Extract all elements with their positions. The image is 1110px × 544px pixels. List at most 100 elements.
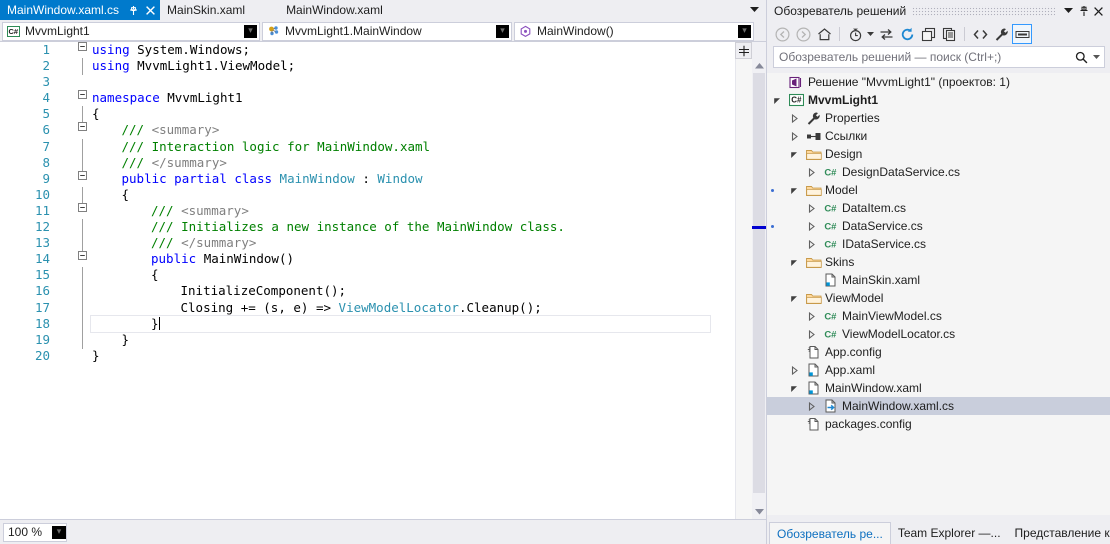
tree-node[interactable]: Design <box>767 145 1110 163</box>
code-text[interactable]: namespace MvvmLight1 <box>92 90 243 106</box>
chevron-down-icon[interactable]: ▾ <box>52 525 66 539</box>
tree-node[interactable]: C# IDataService.cs <box>767 235 1110 253</box>
tree-node[interactable]: Решение "MvvmLight1" (проектов: 1) <box>767 73 1110 91</box>
tree-node[interactable]: Model <box>767 181 1110 199</box>
code-text[interactable]: } <box>92 348 100 364</box>
code-line[interactable]: 2 using MvvmLight1.ViewModel; <box>0 58 735 76</box>
pending-changes-filter-icon[interactable] <box>845 24 865 44</box>
tree-expander-icon[interactable] <box>807 221 821 231</box>
code-line[interactable]: 6 /// <summary> <box>0 122 735 138</box>
code-line[interactable]: 17 Closing += (s, e) => ViewModelLocator.… <box>0 299 735 317</box>
tree-node[interactable]: packages.config <box>767 415 1110 433</box>
code-line[interactable]: 10 { <box>0 186 735 204</box>
forward-icon[interactable] <box>793 24 813 44</box>
search-icon[interactable] <box>1075 51 1093 64</box>
tree-expander-icon[interactable] <box>790 113 804 123</box>
code-text[interactable]: { <box>122 187 130 203</box>
tree-expander-icon[interactable] <box>790 131 804 141</box>
solution-explorer-search-box[interactable]: Обозреватель решений — поиск (Ctrl+;) <box>773 46 1105 68</box>
editor-tab-mainwindow-xaml[interactable]: MainWindow.xaml <box>252 0 390 20</box>
navbar-member-combo[interactable]: MainWindow() ▾ <box>514 21 754 41</box>
fold-collapse-icon[interactable] <box>78 42 89 51</box>
code-text[interactable]: { <box>92 106 100 122</box>
tree-expander-icon[interactable] <box>790 365 804 375</box>
show-all-files-icon[interactable] <box>939 24 959 44</box>
code-text[interactable]: public MainWindow() <box>151 251 294 267</box>
close-icon[interactable] <box>1091 3 1106 19</box>
code-line[interactable]: 9 public partial class MainWindow : Windo… <box>0 170 735 187</box>
fold-collapse-icon[interactable] <box>78 122 89 132</box>
tree-expander-icon[interactable] <box>807 167 821 177</box>
search-input[interactable]: Обозреватель решений — поиск (Ctrl+;) <box>774 50 1075 64</box>
tree-node[interactable]: MainWindow.xaml <box>767 379 1110 397</box>
fold-collapse-icon[interactable] <box>78 202 89 212</box>
tree-expander-icon[interactable] <box>790 150 804 159</box>
tree-expander-icon[interactable] <box>807 203 821 213</box>
preview-selected-items-icon[interactable] <box>1012 24 1032 44</box>
tree-node[interactable]: C# DesignDataService.cs <box>767 163 1110 181</box>
editor-tab-mainwindow-xaml-cs[interactable]: MainWindow.xaml.cs <box>0 0 161 20</box>
code-line[interactable]: 13 /// </summary> <box>0 235 735 253</box>
code-line[interactable]: 3 <box>0 74 735 90</box>
tab-overflow-chevron-down-icon[interactable] <box>746 0 762 20</box>
navbar-class-combo[interactable]: MvvmLight1.MainWindow ▾ <box>262 21 512 41</box>
tree-node[interactable]: Skins <box>767 253 1110 271</box>
tree-node-selected[interactable]: MainWindow.xaml.cs <box>767 397 1110 415</box>
tree-expander-icon[interactable] <box>790 258 804 267</box>
back-icon[interactable] <box>772 24 792 44</box>
code-editor-area[interactable]: 1 using System.Windows; 2 using MvvmLight1.… <box>0 42 766 519</box>
code-line[interactable]: 16 InitializeComponent(); <box>0 283 735 301</box>
pin-icon[interactable] <box>127 4 139 16</box>
tree-node[interactable]: MainSkin.xaml <box>767 271 1110 289</box>
tree-expander-icon[interactable] <box>790 294 804 303</box>
tree-node[interactable]: Ссылки <box>767 127 1110 145</box>
tree-node[interactable]: C# MvvmLight1 <box>767 91 1110 109</box>
view-code-icon[interactable] <box>970 24 990 44</box>
code-text[interactable]: /// Initializes a new instance of the Ma… <box>151 219 565 235</box>
scroll-thumb[interactable] <box>753 73 765 493</box>
code-line[interactable]: 20} <box>0 348 735 364</box>
code-line[interactable]: 1 using System.Windows; <box>0 42 735 58</box>
code-line[interactable]: 4 namespace MvvmLight1 <box>0 90 735 106</box>
code-text[interactable]: { <box>151 267 159 283</box>
scroll-down-arrow-icon[interactable] <box>752 505 766 519</box>
chevron-down-icon[interactable] <box>866 24 875 44</box>
code-line[interactable]: 14 public MainWindow() <box>0 251 735 267</box>
titlebar-drag-dots[interactable] <box>912 6 1055 16</box>
solution-explorer-tree[interactable]: Решение "MvvmLight1" (проектов: 1) C# Mvvm… <box>767 73 1110 515</box>
properties-wrench-icon[interactable] <box>991 24 1011 44</box>
search-options-chevron-down-icon[interactable] <box>1093 54 1104 60</box>
code-line[interactable]: 8 /// </summary> <box>0 154 735 172</box>
tree-expander-icon[interactable] <box>773 96 787 105</box>
zoom-level-combo[interactable]: 100 % ▾ <box>3 522 67 542</box>
code-text[interactable]: /// <summary> <box>122 122 220 138</box>
close-icon[interactable] <box>143 3 157 17</box>
editor-vertical-scrollbar[interactable] <box>735 42 766 519</box>
tree-expander-icon[interactable] <box>807 239 821 249</box>
split-view-icon[interactable] <box>735 42 752 59</box>
code-line[interactable]: 15 { <box>0 267 735 285</box>
tab-team-explorer[interactable]: Team Explorer —... <box>891 522 1008 544</box>
chevron-down-icon[interactable]: ▾ <box>496 24 509 38</box>
window-dropdown-icon[interactable] <box>1061 3 1076 19</box>
code-line[interactable]: 12 /// Initializes a new instance of the … <box>0 219 735 237</box>
code-text[interactable]: using System.Windows; <box>92 42 250 58</box>
code-text[interactable]: /// </summary> <box>122 155 227 171</box>
code-text[interactable]: using MvvmLight1.ViewModel; <box>92 58 295 74</box>
pin-icon[interactable] <box>1076 3 1091 19</box>
fold-collapse-icon[interactable] <box>78 90 89 100</box>
scroll-up-arrow-icon[interactable] <box>752 59 766 73</box>
code-line[interactable]: 18} <box>0 315 735 333</box>
code-line[interactable]: 5{ <box>0 106 735 124</box>
code-text[interactable]: /// Interaction logic for MainWindow.xam… <box>122 139 431 155</box>
navbar-project-combo[interactable]: C# MvvmLight1 ▾ <box>2 21 260 41</box>
tree-node[interactable]: C# DataService.cs <box>767 217 1110 235</box>
tree-expander-icon[interactable] <box>807 329 821 339</box>
code-lines[interactable]: 1 using System.Windows; 2 using MvvmLight1.… <box>0 42 735 364</box>
tab-class-view[interactable]: Представление к... <box>1008 522 1110 544</box>
code-line[interactable]: 7 /// Interaction logic for MainWindow.xa… <box>0 138 735 156</box>
chevron-down-icon[interactable]: ▾ <box>738 24 751 38</box>
tree-expander-icon[interactable] <box>807 401 821 411</box>
code-text[interactable]: /// </summary> <box>151 235 256 251</box>
tab-solution-explorer[interactable]: Обозреватель ре... <box>769 522 891 544</box>
